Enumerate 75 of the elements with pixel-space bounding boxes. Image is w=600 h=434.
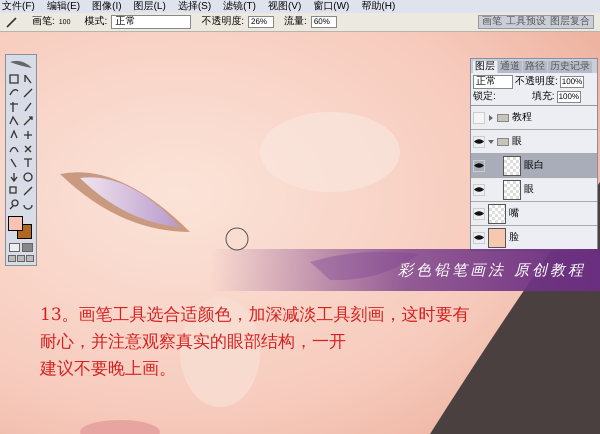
tutorial-text: 13。画笔工具选合适颜色，加深减淡工具刻画，这时要有 bbox=[40, 307, 470, 324]
flow-field[interactable]: 60% bbox=[310, 16, 337, 28]
opacity-field[interactable]: 100% bbox=[560, 76, 584, 88]
tool-icon[interactable] bbox=[22, 73, 34, 85]
mode-label: 模式: bbox=[84, 17, 108, 27]
layer-row[interactable]: 嘴 bbox=[471, 202, 597, 226]
blend-mode-dropdown[interactable]: 正常 bbox=[473, 75, 513, 89]
tool-icon[interactable] bbox=[22, 115, 34, 127]
layer-thumbnail bbox=[503, 156, 521, 176]
fill-label: 填充: bbox=[532, 92, 555, 102]
menu-item[interactable]: 滤镜(T) bbox=[223, 2, 256, 12]
eye-icon[interactable] bbox=[474, 138, 484, 145]
banner-title: 彩色铅笔画法 原创教程 bbox=[398, 260, 586, 281]
palette-tab[interactable]: 图层复合 bbox=[549, 17, 591, 27]
collapsed-triangle-icon[interactable] bbox=[488, 114, 494, 120]
menu-item[interactable]: 图层(L) bbox=[134, 2, 166, 12]
foreground-swatch[interactable] bbox=[8, 216, 23, 231]
tutorial-text: 耐心，并注意观察真实的眼部结构，一开 bbox=[40, 334, 347, 351]
fill-field[interactable]: 100% bbox=[556, 91, 582, 103]
opacity-field[interactable]: 26% bbox=[248, 16, 274, 28]
folder-icon bbox=[497, 114, 509, 122]
mode-button[interactable] bbox=[9, 243, 20, 252]
menu-item[interactable]: 选择(S) bbox=[178, 2, 212, 12]
menu-item[interactable]: 窗口(W) bbox=[313, 2, 350, 12]
opacity-label: 不透明度: bbox=[515, 77, 558, 87]
menu-item[interactable]: 编辑(E) bbox=[46, 2, 80, 12]
layer-row[interactable]: 教程 bbox=[471, 106, 597, 130]
layer-name: 眼 bbox=[512, 136, 522, 146]
eye-icon[interactable] bbox=[474, 162, 484, 169]
layer-thumbnail bbox=[488, 204, 506, 224]
menu-item[interactable]: 图像(I) bbox=[92, 2, 122, 12]
tool-icon[interactable] bbox=[8, 171, 20, 183]
tool-icon[interactable] bbox=[22, 143, 34, 155]
tool-icon[interactable] bbox=[22, 157, 34, 169]
flow-label: 流量: bbox=[284, 17, 307, 27]
folder-icon bbox=[497, 138, 509, 146]
tool-icon[interactable] bbox=[22, 171, 34, 183]
eye-icon[interactable] bbox=[474, 234, 484, 241]
layer-row[interactable]: 眼白 bbox=[471, 154, 597, 178]
palette-tab[interactable]: 工具预设 bbox=[505, 17, 547, 27]
tool-icon[interactable] bbox=[8, 129, 20, 141]
mode-dropdown[interactable]: 正常 bbox=[111, 15, 192, 29]
opacity-label: 不透明度: bbox=[201, 17, 244, 27]
panel-tab[interactable]: 历史记录 bbox=[548, 61, 592, 73]
eye-icon[interactable] bbox=[474, 210, 484, 217]
tool-icon[interactable] bbox=[8, 199, 20, 211]
brush-icon[interactable] bbox=[6, 16, 18, 28]
tool-icon[interactable] bbox=[8, 73, 20, 85]
menu-item[interactable]: 帮助(H) bbox=[361, 2, 396, 12]
tool-icon[interactable] bbox=[22, 101, 34, 113]
layer-name: 眼 bbox=[524, 184, 534, 194]
layer-name: 教程 bbox=[512, 112, 532, 122]
tool-icon[interactable] bbox=[22, 87, 34, 99]
tool-icon[interactable] bbox=[22, 185, 34, 197]
tutorial-text: 建议不要晚上画。 bbox=[40, 361, 177, 378]
layer-thumbnail bbox=[503, 180, 521, 200]
lock-label: 锁定: bbox=[473, 92, 496, 102]
tool-icon[interactable] bbox=[8, 115, 20, 127]
layer-name: 嘴 bbox=[509, 208, 519, 218]
panel-tab[interactable]: 通道 bbox=[498, 61, 522, 73]
layer-row[interactable]: 眼 bbox=[471, 178, 597, 202]
tool-icon[interactable] bbox=[22, 129, 34, 141]
eye-icon[interactable] bbox=[474, 186, 484, 193]
brush-label: 画笔: bbox=[32, 17, 55, 27]
menu-item[interactable]: 视图(V) bbox=[268, 2, 302, 12]
layer-name: 眼白 bbox=[524, 160, 544, 170]
tool-icon[interactable] bbox=[8, 101, 20, 113]
layer-name: 脸 bbox=[509, 232, 519, 242]
expanded-triangle-icon[interactable] bbox=[488, 138, 494, 144]
panel-tab[interactable]: 图层 bbox=[473, 61, 497, 73]
layer-row[interactable]: 脸 bbox=[471, 226, 597, 250]
menu-item[interactable]: 文件(F) bbox=[2, 2, 35, 12]
panel-tab[interactable]: 路径 bbox=[523, 61, 547, 73]
feather-icon bbox=[8, 58, 34, 70]
palette-tab[interactable]: 画笔 bbox=[481, 17, 503, 27]
